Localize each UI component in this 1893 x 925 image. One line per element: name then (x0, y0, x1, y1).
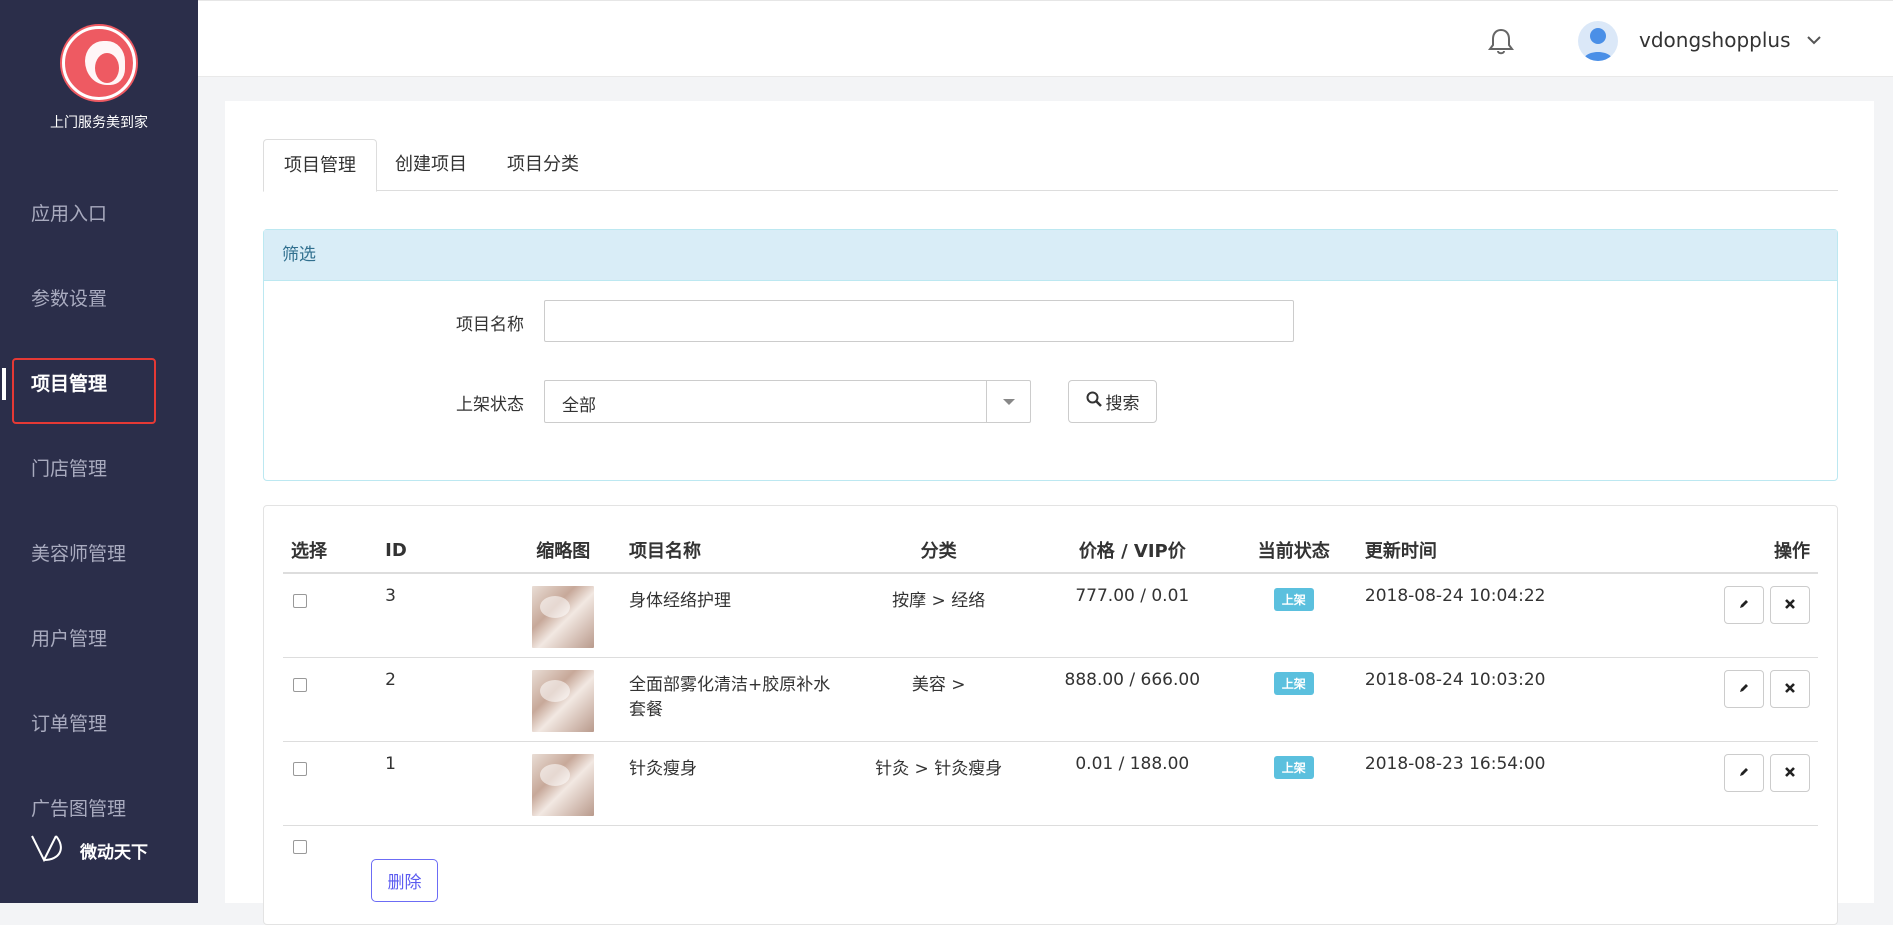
bulk-actions (283, 832, 307, 854)
tab-project-management[interactable]: 项目管理 (263, 139, 377, 192)
project-name-label: 项目名称 (456, 315, 524, 335)
row-checkbox[interactable] (293, 677, 307, 692)
row-thumbnail (532, 753, 595, 816)
tab-bar: 项目管理 创建项目 项目分类 (263, 139, 1838, 192)
project-table: 选择 ID 缩略图 项目名称 分类 价格 / VIP价 当前状态 更新时间 操作… (283, 528, 1818, 826)
sidebar-nav: 应用入口 参数设置 项目管理 门店管理 美容师管理 用户管理 订单管理 广告图管… (0, 172, 198, 852)
row-id: 1 (377, 741, 506, 826)
sidebar-item-users[interactable]: 用户管理 (0, 597, 198, 682)
row-thumbnail (532, 669, 595, 732)
tab-project-category[interactable]: 项目分类 (487, 139, 599, 191)
row-ops (1590, 753, 1810, 792)
sidebar-item-app-entry[interactable]: 应用入口 (0, 172, 198, 257)
search-button[interactable]: 搜索 (1068, 380, 1157, 423)
project-name-input[interactable] (544, 300, 1294, 342)
tab-create-project[interactable]: 创建项目 (375, 139, 487, 191)
sidebar: 上门服务美到家 应用入口 参数设置 项目管理 门店管理 美容师管理 用户管理 订… (0, 0, 198, 903)
col-category: 分类 (843, 528, 1034, 574)
row-price: 0.01 / 188.00 (1033, 741, 1231, 826)
col-price: 价格 / VIP价 (1033, 528, 1231, 574)
edit-button[interactable] (1724, 586, 1764, 624)
table-row: 1 针灸瘦身 针灸 > 针灸瘦身 0.01 / 188.00 上架 2018-0… (283, 741, 1818, 826)
col-name: 项目名称 (621, 528, 844, 574)
pencil-icon (1738, 763, 1750, 783)
sidebar-item-projects[interactable]: 项目管理 (0, 342, 198, 427)
status-select-value: 全部 (562, 396, 596, 416)
user-avatar[interactable] (1578, 21, 1618, 61)
search-button-label: 搜索 (1105, 394, 1140, 414)
bell-icon[interactable] (1488, 27, 1514, 59)
close-icon (1784, 595, 1796, 615)
col-id: ID (377, 528, 506, 574)
col-status: 当前状态 (1230, 528, 1357, 574)
select-all-checkbox[interactable] (293, 840, 307, 854)
project-table-box: 选择 ID 缩略图 项目名称 分类 价格 / VIP价 当前状态 更新时间 操作… (263, 505, 1838, 925)
brand-name: 上门服务美到家 (50, 115, 148, 131)
caret-down-icon[interactable] (986, 381, 1030, 422)
edit-button[interactable] (1724, 669, 1764, 708)
table-row: 2 全面部雾化清洁+胶原补水套餐 美容 > 888.00 / 666.00 上架… (283, 657, 1818, 742)
row-updated: 2018-08-24 10:04:22 (1356, 573, 1582, 658)
footer-brand-name: 微动天下 (80, 843, 148, 863)
search-icon (1086, 391, 1102, 412)
row-name: 针灸瘦身 (621, 741, 844, 826)
row-name: 身体经络护理 (621, 573, 844, 658)
delete-row-button[interactable] (1770, 753, 1810, 792)
row-updated: 2018-08-24 10:03:20 (1356, 657, 1582, 742)
row-price: 888.00 / 666.00 (1033, 657, 1231, 742)
top-header: vdongshopplus (198, 0, 1893, 77)
row-ops (1590, 586, 1810, 624)
row-ops (1590, 669, 1810, 708)
username[interactable]: vdongshopplus (1639, 28, 1791, 52)
sidebar-item-stores[interactable]: 门店管理 (0, 427, 198, 512)
row-checkbox[interactable] (293, 761, 307, 776)
col-thumb: 缩略图 (505, 528, 621, 574)
pencil-icon (1738, 595, 1750, 615)
sidebar-item-orders[interactable]: 订单管理 (0, 682, 198, 767)
row-category: 按摩 > 经络 (843, 573, 1034, 658)
row-name: 全面部雾化清洁+胶原补水套餐 (621, 657, 844, 742)
sidebar-item-settings[interactable]: 参数设置 (0, 257, 198, 342)
row-thumbnail (532, 586, 595, 648)
filter-panel: 筛选 项目名称 上架状态 全部 搜索 (263, 229, 1838, 481)
status-badge: 上架 (1273, 755, 1314, 779)
pencil-icon (1738, 679, 1750, 699)
sidebar-item-beauticians[interactable]: 美容师管理 (0, 512, 198, 597)
delete-row-button[interactable] (1770, 669, 1810, 708)
row-id: 2 (377, 657, 506, 742)
brand-logo (62, 26, 136, 100)
row-category: 美容 > (843, 657, 1034, 742)
col-updated: 更新时间 (1356, 528, 1582, 574)
bulk-delete-button[interactable]: 删除 (371, 859, 438, 902)
table-header-row: 选择 ID 缩略图 项目名称 分类 价格 / VIP价 当前状态 更新时间 操作 (283, 528, 1818, 574)
vd-logo-icon (30, 832, 68, 869)
close-icon (1784, 763, 1796, 783)
status-badge: 上架 (1273, 588, 1314, 611)
row-checkbox[interactable] (293, 594, 307, 608)
footer-brand: 微动天下 (30, 832, 148, 869)
col-select: 选择 (283, 528, 378, 574)
main-panel: 项目管理 创建项目 项目分类 筛选 项目名称 上架状态 全部 搜索 选择 ID … (225, 101, 1874, 925)
col-ops: 操作 (1581, 528, 1818, 574)
close-icon (1784, 679, 1796, 699)
status-badge: 上架 (1273, 671, 1314, 695)
row-category: 针灸 > 针灸瘦身 (843, 741, 1034, 826)
chevron-down-icon[interactable] (1806, 31, 1822, 50)
status-label: 上架状态 (456, 395, 524, 415)
status-select[interactable]: 全部 (544, 380, 1031, 423)
row-price: 777.00 / 0.01 (1033, 573, 1231, 658)
brand: 上门服务美到家 (0, 26, 198, 132)
row-id: 3 (377, 573, 506, 658)
edit-button[interactable] (1724, 753, 1764, 792)
filter-title: 筛选 (264, 230, 1837, 281)
row-updated: 2018-08-23 16:54:00 (1356, 741, 1582, 826)
delete-row-button[interactable] (1770, 586, 1810, 624)
table-row: 3 身体经络护理 按摩 > 经络 777.00 / 0.01 上架 2018-0… (283, 573, 1818, 658)
